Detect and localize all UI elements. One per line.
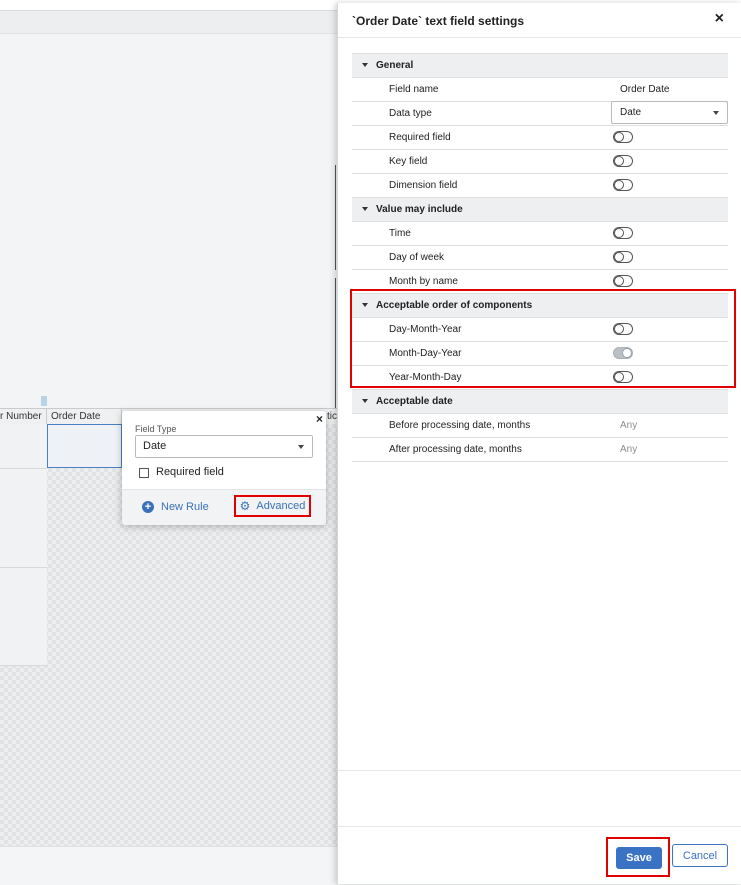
required-field-label: Required field bbox=[156, 466, 224, 478]
caret-down-icon bbox=[362, 303, 368, 307]
section-title: Acceptable date bbox=[376, 396, 453, 407]
required-field-checkbox[interactable] bbox=[139, 468, 149, 478]
chevron-down-icon bbox=[298, 445, 304, 449]
column-header-order-date[interactable]: Order Date bbox=[47, 409, 122, 424]
toggle-knob bbox=[614, 132, 624, 142]
advanced-label: Advanced bbox=[256, 500, 306, 512]
setting-label: Dimension field bbox=[389, 180, 458, 191]
settings-row: Time bbox=[352, 222, 728, 246]
toggle-switch[interactable] bbox=[613, 275, 633, 287]
divider bbox=[338, 770, 741, 771]
toggle-switch[interactable] bbox=[613, 155, 633, 167]
canvas-divider bbox=[335, 278, 336, 408]
table-row bbox=[0, 568, 47, 666]
toggle-switch[interactable] bbox=[613, 227, 633, 239]
panel-title: `Order Date` text field settings bbox=[352, 14, 525, 28]
settings-row: Day-Month-Year bbox=[352, 318, 728, 342]
setting-label: Day-Month-Year bbox=[389, 324, 462, 335]
toggle-switch[interactable] bbox=[613, 131, 633, 143]
settings-row: Required field bbox=[352, 126, 728, 150]
data-type-select[interactable]: Date bbox=[611, 101, 728, 124]
selected-cell[interactable] bbox=[47, 424, 122, 468]
toggle-knob bbox=[614, 180, 624, 190]
toggle-knob bbox=[622, 348, 632, 358]
save-button[interactable]: Save bbox=[616, 847, 662, 869]
setting-value: Order Date bbox=[620, 84, 670, 95]
setting-label: Data type bbox=[389, 108, 432, 119]
advanced-button[interactable]: ⚙ Advanced bbox=[234, 495, 311, 517]
setting-label: Required field bbox=[389, 132, 451, 143]
settings-row: Key field bbox=[352, 150, 728, 174]
caret-down-icon bbox=[362, 399, 368, 403]
plus-circle-icon: + bbox=[142, 501, 154, 513]
settings-row: Dimension field bbox=[352, 174, 728, 198]
caret-down-icon bbox=[362, 207, 368, 211]
canvas-divider bbox=[335, 165, 336, 270]
toggle-knob bbox=[614, 156, 624, 166]
popover-close-button[interactable]: × bbox=[316, 412, 323, 426]
new-rule-label: New Rule bbox=[161, 501, 209, 513]
caret-down-icon bbox=[362, 63, 368, 67]
toggle-knob bbox=[614, 252, 624, 262]
setting-label: Month-Day-Year bbox=[389, 348, 462, 359]
setting-label: Field name bbox=[389, 84, 439, 95]
setting-label: Key field bbox=[389, 156, 428, 167]
toggle-knob bbox=[614, 276, 624, 286]
settings-row: After processing date, months Any bbox=[352, 438, 728, 462]
settings-row: Data type Date bbox=[352, 101, 728, 126]
toggle-switch[interactable] bbox=[613, 251, 633, 263]
setting-label: Month by name bbox=[389, 276, 458, 287]
settings-row: Field name Order Date bbox=[352, 78, 728, 102]
save-highlight: Save bbox=[606, 837, 670, 877]
section-header[interactable]: General bbox=[352, 54, 728, 78]
settings-table: General Field name Order Date Data type Date… bbox=[352, 53, 728, 462]
setting-label: Year-Month-Day bbox=[389, 372, 462, 383]
data-type-value: Date bbox=[620, 107, 642, 118]
section-header[interactable]: Acceptable date bbox=[352, 390, 728, 414]
toggle-switch[interactable] bbox=[613, 323, 633, 335]
section-header[interactable]: Acceptable order of components bbox=[352, 294, 728, 318]
settings-row: Year-Month-Day bbox=[352, 366, 728, 390]
chevron-down-icon bbox=[713, 111, 719, 115]
setting-label: After processing date, months bbox=[389, 444, 522, 455]
field-marker bbox=[41, 396, 47, 406]
table-row bbox=[0, 469, 47, 568]
section-title: Acceptable order of components bbox=[376, 300, 533, 311]
section-title: Value may include bbox=[376, 204, 463, 215]
panel-close-button[interactable]: × bbox=[715, 10, 724, 28]
section-title: General bbox=[376, 60, 414, 71]
panel-footer: Save Cancel bbox=[338, 826, 741, 885]
toggle-knob bbox=[614, 324, 624, 334]
field-settings-panel: `Order Date` text field settings × Gener… bbox=[337, 3, 741, 884]
field-type-select[interactable]: Date bbox=[135, 435, 313, 458]
section-header[interactable]: Value may include bbox=[352, 198, 728, 222]
setting-label: Day of week bbox=[389, 252, 445, 263]
new-rule-button[interactable]: + New Rule bbox=[142, 501, 209, 513]
setting-label: Time bbox=[389, 228, 411, 239]
settings-row: Before processing date, months Any bbox=[352, 414, 728, 438]
column-header-number[interactable]: r Number bbox=[0, 409, 47, 424]
toggle-switch[interactable] bbox=[613, 179, 633, 191]
field-type-value: Date bbox=[143, 440, 167, 452]
toggle-switch[interactable] bbox=[613, 347, 633, 359]
settings-row: Day of week bbox=[352, 246, 728, 270]
table-row bbox=[0, 424, 47, 469]
field-type-popover: × Field Type Date Required field + New R… bbox=[122, 411, 326, 525]
setting-value[interactable]: Any bbox=[620, 444, 637, 455]
toggle-switch[interactable] bbox=[613, 371, 633, 383]
toggle-knob bbox=[614, 372, 624, 382]
settings-row: Month-Day-Year bbox=[352, 342, 728, 366]
popover-footer: + New Rule ⚙ Advanced bbox=[122, 489, 326, 525]
setting-value[interactable]: Any bbox=[620, 420, 637, 431]
setting-label: Before processing date, months bbox=[389, 420, 531, 431]
cancel-button[interactable]: Cancel bbox=[672, 844, 728, 867]
field-type-label: Field Type bbox=[135, 424, 177, 434]
gear-icon: ⚙ bbox=[239, 499, 251, 513]
panel-header: `Order Date` text field settings × bbox=[338, 3, 741, 38]
settings-row: Month by name bbox=[352, 270, 728, 294]
toggle-knob bbox=[614, 228, 624, 238]
